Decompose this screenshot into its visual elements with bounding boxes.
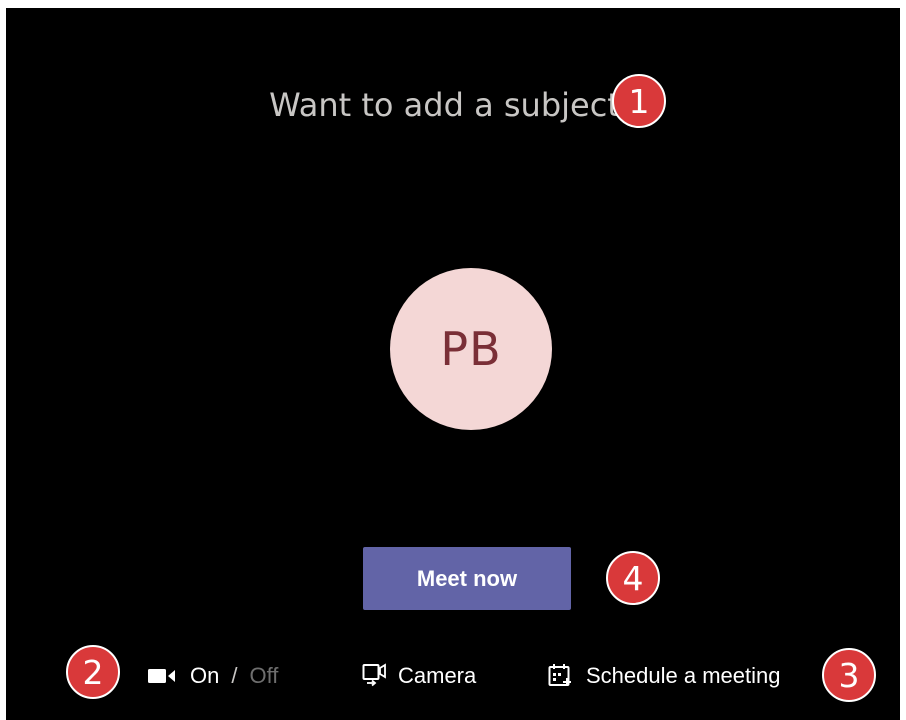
camera-button[interactable]: Camera [362,656,476,696]
schedule-meeting-label: Schedule a meeting [586,663,781,688]
camera-switch-icon [362,663,386,689]
avatar: PB [390,268,552,430]
callout-badge-4: 4 [606,551,660,605]
video-toggle[interactable]: On / Off [148,656,278,696]
camera-label: Camera [398,663,477,688]
callout-badge-3: 3 [822,648,876,702]
video-toggle-separator: / [231,663,238,688]
meet-now-button[interactable]: Meet now [363,547,571,610]
avatar-initials: PB [440,322,502,376]
subject-input[interactable]: Want to add a subject? [6,86,900,124]
schedule-meeting-button[interactable]: Schedule a meeting [548,656,780,696]
callout-badge-2: 2 [66,645,120,699]
video-off-label[interactable]: Off [249,663,278,689]
callout-badge-1: 1 [612,74,666,128]
meet-now-screen: Want to add a subject? PB Meet now On / … [6,8,900,720]
video-camera-icon [148,667,176,685]
video-on-label[interactable]: On [190,663,219,689]
calendar-add-icon [548,663,572,689]
meeting-options-bar: On / Off Camera Schedule a meeting [6,656,900,696]
